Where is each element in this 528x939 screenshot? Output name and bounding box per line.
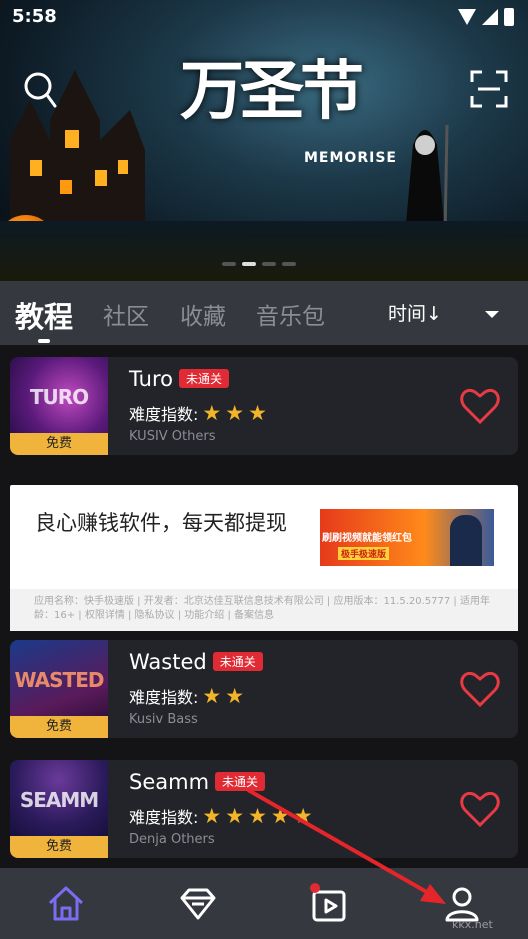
free-badge: 免费 <box>10 716 108 738</box>
ad-image-text: 刷刷视频就能领红包 <box>322 533 412 544</box>
carousel-dot[interactable] <box>262 262 276 266</box>
status-bar: 5:58 <box>12 6 514 30</box>
banner-title: 万圣节 <box>180 55 364 129</box>
difficulty-rating: 难度指数: ★ ★ ★ ★ ★ <box>129 804 313 828</box>
tab-indicator <box>38 339 50 343</box>
star-icon: ★ <box>225 400 245 425</box>
watermark: kkx.net <box>452 918 493 931</box>
song-title: Turo <box>129 367 173 391</box>
difficulty-label: 难度指数: <box>129 688 199 707</box>
song-card[interactable]: SEAMM 免费 Seamm 未通关 难度指数: ★ ★ ★ ★ ★ Denja Othe… <box>10 760 518 858</box>
song-title-row: Turo 未通关 <box>129 367 229 391</box>
carousel-dot-active[interactable] <box>242 262 256 266</box>
status-time: 5:58 <box>12 6 57 27</box>
song-cover-text: SEAMM <box>19 788 99 812</box>
wifi-icon <box>458 9 476 25</box>
song-title-row: Seamm 未通关 <box>129 770 266 794</box>
song-meta: KUSIV Others <box>129 429 216 444</box>
bottom-nav <box>0 868 528 939</box>
halloween-banner[interactable]: 5:58 万圣节 MEMORISE <box>0 0 528 281</box>
star-icon: ★ <box>202 683 222 708</box>
song-card[interactable]: TURO 免费 Turo 未通关 难度指数: ★ ★ ★ KUSIV Others <box>10 357 518 455</box>
star-rating: ★ ★ ★ <box>198 400 267 425</box>
star-icon: ★ <box>248 400 267 425</box>
star-icon: ★ <box>225 683 245 708</box>
heart-icon[interactable] <box>460 670 500 708</box>
carousel-dot[interactable] <box>222 262 236 266</box>
battery-icon <box>504 8 514 26</box>
difficulty-label: 难度指数: <box>129 808 199 827</box>
sort-by-time-button[interactable]: 时间↓ <box>388 299 442 326</box>
diamond-icon[interactable] <box>178 884 218 924</box>
heart-icon[interactable] <box>460 387 500 425</box>
song-cover: WASTED 免费 <box>10 640 108 738</box>
star-icon: ★ <box>202 400 222 425</box>
grim-reaper-image <box>405 124 449 235</box>
carousel-indicator <box>222 262 296 266</box>
ad-headline[interactable]: 良心赚钱软件，每天都提现 <box>35 509 305 538</box>
difficulty-rating: 难度指数: ★ ★ ★ <box>129 401 267 425</box>
song-meta: Kusiv Bass <box>129 712 198 727</box>
difficulty-rating: 难度指数: ★ ★ <box>129 684 244 708</box>
chevron-down-icon[interactable] <box>485 311 499 318</box>
status-badge: 未通关 <box>178 369 229 388</box>
signal-icon <box>482 9 498 25</box>
banner-subtitle: MEMORISE <box>304 150 397 166</box>
ad-person-image <box>450 515 482 566</box>
song-title: Seamm <box>129 770 210 794</box>
star-icon: ★ <box>248 803 267 828</box>
search-icon[interactable] <box>22 70 58 110</box>
star-rating: ★ ★ <box>198 683 245 708</box>
song-cover: SEAMM 免费 <box>10 760 108 858</box>
status-badge: 未通关 <box>212 652 263 671</box>
graveyard-ground <box>0 221 528 281</box>
song-meta: Denja Others <box>129 832 215 847</box>
song-title: Wasted <box>129 650 207 674</box>
free-badge: 免费 <box>10 433 108 455</box>
song-title-row: Wasted 未通关 <box>129 650 263 674</box>
heart-icon[interactable] <box>460 790 500 828</box>
tab-favorites[interactable]: 收藏 <box>180 297 226 331</box>
song-cover: TURO 免费 <box>10 357 108 455</box>
ad-image[interactable]: 刷刷视频就能领红包 极手极速版 <box>320 509 494 566</box>
song-cover-text: TURO <box>29 385 89 409</box>
ad-app-info[interactable]: 应用名称：快手极速版 | 开发者：北京达佳互联信息技术有限公司 | 应用版本：1… <box>10 589 518 631</box>
tab-community[interactable]: 社区 <box>103 297 149 331</box>
notification-dot <box>310 883 320 893</box>
tab-tutorial[interactable]: 教程 <box>15 294 73 336</box>
free-badge: 免费 <box>10 836 108 858</box>
home-icon[interactable] <box>46 884 86 924</box>
advertisement[interactable]: 良心赚钱软件，每天都提现 刷刷视频就能领红包 极手极速版 应用名称：快手极速版 … <box>10 485 518 631</box>
scan-icon[interactable] <box>470 70 508 108</box>
song-cover-text: WASTED <box>14 668 105 692</box>
star-icon: ★ <box>202 803 222 828</box>
song-card[interactable]: WASTED 免费 Wasted 未通关 难度指数: ★ ★ Kusiv Bass <box>10 640 518 738</box>
song-list[interactable]: TURO 免费 Turo 未通关 难度指数: ★ ★ ★ KUSIV Others 良… <box>0 345 528 868</box>
difficulty-label: 难度指数: <box>129 405 199 424</box>
carousel-dot[interactable] <box>282 262 296 266</box>
star-rating: ★ ★ ★ ★ ★ <box>198 803 313 828</box>
ad-image-subtext: 极手极速版 <box>338 547 390 560</box>
tab-music-pack[interactable]: 音乐包 <box>256 297 325 331</box>
status-badge: 未通关 <box>215 772 266 791</box>
star-icon: ★ <box>293 803 313 828</box>
star-icon: ★ <box>270 803 290 828</box>
category-tabs: 教程 社区 收藏 音乐包 时间↓ <box>0 281 528 345</box>
star-icon: ★ <box>225 803 245 828</box>
